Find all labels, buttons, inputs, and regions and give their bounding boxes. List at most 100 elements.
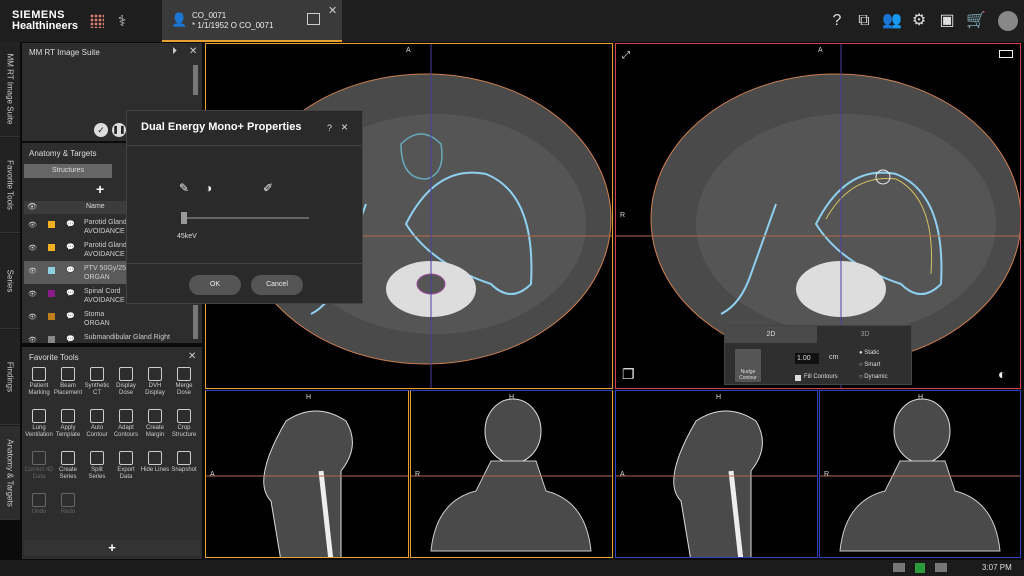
user-avatar-icon[interactable] — [998, 11, 1018, 31]
contrast-icon[interactable]: ◑ — [205, 181, 212, 195]
vtab-rt-image-suite[interactable]: MM RT Image Suite — [0, 42, 20, 137]
sagittal-viewport-left[interactable]: H A — [205, 390, 409, 558]
play-icon[interactable]: ⏵ — [172, 46, 177, 57]
eye-icon[interactable]: 👁 — [28, 313, 37, 322]
tool-redo[interactable]: Redo — [53, 492, 83, 528]
comment-icon[interactable]: 💬 — [66, 289, 75, 298]
tool-icon — [32, 451, 46, 465]
tool-adapt-contours[interactable]: Adapt Contours — [111, 408, 141, 444]
tool-auto-contour[interactable]: Auto Contour — [82, 408, 112, 444]
tool-icon — [148, 409, 162, 423]
kev-slider[interactable] — [181, 212, 309, 224]
sagittal-viewport-right[interactable]: H A — [615, 390, 818, 558]
structures-tab[interactable]: Structures — [24, 164, 112, 178]
vtab-favorite-tools[interactable]: Favorite Tools — [0, 138, 20, 233]
nudge-value-input[interactable]: 1.00 — [795, 353, 819, 364]
tool-icon — [32, 409, 46, 423]
dialog-help-icon[interactable]: ? — [327, 123, 332, 133]
comment-icon[interactable]: 💬 — [66, 312, 75, 321]
tool-icon — [148, 451, 162, 465]
close-tab-icon[interactable]: ✕ — [328, 4, 337, 17]
vtab-anatomy-targets[interactable]: Anatomy & Targets — [0, 426, 20, 520]
tool-icon — [119, 367, 133, 381]
tool-dvh-display[interactable]: DVH Display — [140, 366, 170, 402]
image-icon[interactable] — [307, 13, 320, 25]
close-icon[interactable]: ✕ — [188, 351, 196, 362]
eye-icon[interactable]: 👁 — [28, 244, 37, 253]
comment-icon[interactable]: 💬 — [66, 266, 75, 275]
tool-icon — [61, 451, 75, 465]
close-icon[interactable]: ✕ — [189, 46, 197, 57]
eye-icon[interactable]: 👁 — [28, 221, 37, 230]
brightness-icon[interactable]: ◐ — [998, 366, 1006, 382]
tool-lung-ventilation[interactable]: Lung Ventilation — [24, 408, 54, 444]
structure-color[interactable] — [48, 290, 55, 297]
eye-icon[interactable]: 👁 — [27, 202, 37, 211]
tool-create-series[interactable]: Create Series — [53, 450, 83, 486]
toolbox-icon[interactable]: ▣ — [938, 12, 956, 30]
structure-color[interactable] — [48, 313, 55, 320]
cancel-button[interactable]: Cancel — [251, 275, 303, 295]
tool-beam-placement[interactable]: Beam Placement — [53, 366, 83, 402]
tool-synthetic-ct[interactable]: Synthetic CT — [82, 366, 112, 402]
users-icon[interactable]: 👥 — [882, 12, 902, 30]
tool-display-dose[interactable]: Display Dose — [111, 366, 141, 402]
help-icon[interactable]: ? — [828, 12, 846, 30]
confirm-button[interactable]: ✓ — [94, 123, 108, 137]
structure-type: ORGAN — [84, 320, 110, 327]
battery-icon — [915, 563, 925, 573]
tool-correct-4d-data[interactable]: Correct 4D Data — [24, 450, 54, 486]
tool-merge-dose[interactable]: Merge Dose — [169, 366, 199, 402]
tool-patient-marking[interactable]: Patient Marking — [24, 366, 54, 402]
structure-color[interactable] — [48, 221, 55, 228]
eye-icon[interactable]: 👁 — [28, 290, 37, 299]
eye-icon[interactable]: 👁 — [28, 336, 37, 345]
ruler-icon[interactable] — [999, 50, 1013, 58]
nudge-contour-button[interactable]: Nudge Contour — [735, 349, 761, 382]
patient-search-icon[interactable]: ⚕ — [118, 12, 136, 30]
tool-export-data[interactable]: Export Data — [111, 450, 141, 486]
comment-icon[interactable]: 💬 — [66, 220, 75, 229]
scrollbar[interactable] — [193, 65, 198, 95]
patient-tab[interactable]: 👤 CO_0071 * 1/1/1952 O CO_0071 ✕ — [162, 0, 342, 42]
vtab-findings[interactable]: Findings — [0, 330, 20, 425]
radio-dynamic[interactable]: ○ Dynamic — [859, 374, 888, 380]
slider-thumb[interactable] — [181, 212, 187, 224]
pause-button[interactable]: ❚❚ — [112, 123, 126, 137]
structure-color[interactable] — [48, 336, 55, 343]
coronal-viewport-right[interactable]: H R — [819, 390, 1021, 558]
comment-icon[interactable]: 💬 — [66, 243, 75, 252]
add-tool-button[interactable]: + — [24, 540, 200, 556]
add-structure-button[interactable]: + — [96, 181, 104, 197]
pipette-icon[interactable]: ✎ — [179, 181, 189, 195]
fill-contours-checkbox[interactable] — [795, 375, 801, 381]
status-bar: 3:07 PM — [0, 560, 1024, 576]
tool-undo[interactable]: Undo — [24, 492, 54, 528]
tab-2d[interactable]: 2D — [725, 326, 817, 343]
dialog-close-icon[interactable]: × — [341, 120, 348, 134]
tool-split-series[interactable]: Split Series — [82, 450, 112, 486]
tool-snapshot[interactable]: Snapshot — [169, 450, 199, 486]
list-scrollbar[interactable] — [193, 305, 198, 339]
eye-icon[interactable]: 👁 — [28, 267, 37, 276]
structure-color[interactable] — [48, 267, 55, 274]
radio-smart[interactable]: ○ Smart — [859, 362, 880, 368]
structure-color[interactable] — [48, 244, 55, 251]
cart-icon[interactable]: 🛒 — [966, 12, 986, 30]
comment-icon[interactable]: 💬 — [66, 335, 75, 344]
expand-icon[interactable]: ⤢ — [622, 50, 630, 61]
tool-hide-lines[interactable]: Hide Lines — [140, 450, 170, 486]
monitor-icon[interactable]: ⧉ — [855, 12, 873, 30]
syringe-icon[interactable]: ✐ — [263, 181, 273, 195]
tool-apply-template[interactable]: Apply Template — [53, 408, 83, 444]
coronal-viewport-left[interactable]: H R — [410, 390, 613, 558]
structure-row[interactable]: 👁 💬 Stoma ORGAN — [24, 307, 200, 330]
stack-icon[interactable]: ❐ — [622, 366, 635, 383]
tool-crop-structure[interactable]: Crop Structure — [169, 408, 199, 444]
ok-button[interactable]: OK — [189, 275, 241, 295]
tool-create-margin[interactable]: Create Margin — [140, 408, 170, 444]
vtab-series[interactable]: Series — [0, 234, 20, 329]
gear-icon[interactable]: ⚙ — [910, 12, 928, 30]
tab-3d[interactable]: 3D — [817, 326, 913, 343]
radio-static[interactable]: ● Static — [859, 350, 879, 356]
